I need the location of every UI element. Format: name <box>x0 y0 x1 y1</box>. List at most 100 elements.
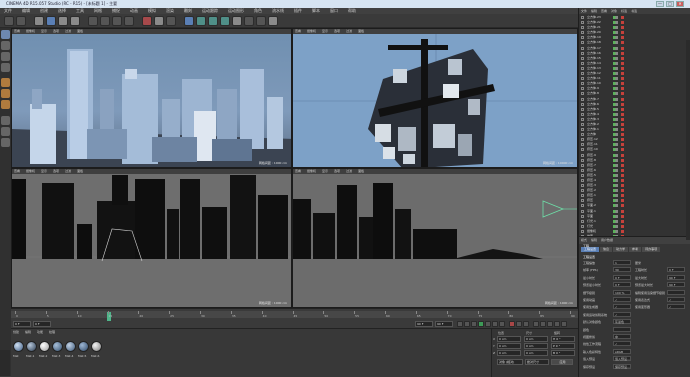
material-tag-icon[interactable] <box>621 133 624 137</box>
tab-dynamics[interactable]: 动力学 <box>613 247 629 252</box>
rot-b-field[interactable]: B 0 ° <box>551 350 575 356</box>
visibility-dots-icon[interactable] <box>613 148 618 152</box>
material-tag-icon[interactable] <box>621 41 624 45</box>
x-axis-icon[interactable] <box>88 15 98 26</box>
visibility-dots-icon[interactable] <box>613 21 618 25</box>
visibility-dots-icon[interactable] <box>613 112 618 116</box>
expand-toggle-icon[interactable] <box>581 26 584 30</box>
material-tag-icon[interactable] <box>621 138 624 142</box>
bend-deformer-icon[interactable] <box>232 15 242 26</box>
material-tag-icon[interactable] <box>621 102 624 106</box>
visibility-dots-icon[interactable] <box>613 66 618 70</box>
attr-field-value[interactable]: 0 F <box>613 274 631 280</box>
expand-toggle-icon[interactable] <box>581 128 584 132</box>
expand-toggle-icon[interactable] <box>581 117 584 121</box>
visibility-dots-icon[interactable] <box>613 179 618 182</box>
mat-menu-texture[interactable]: 纹理 <box>49 330 55 334</box>
expand-toggle-icon[interactable] <box>581 138 584 142</box>
expand-toggle-icon[interactable] <box>581 153 584 157</box>
visibility-dots-icon[interactable] <box>613 138 618 142</box>
coord-mode-dropdown[interactable]: 对象 (相对) <box>497 359 523 365</box>
visibility-dots-icon[interactable] <box>613 87 618 91</box>
attr-field-value[interactable]: 保存预设... <box>613 363 631 369</box>
visibility-dots-icon[interactable] <box>613 122 618 126</box>
material-tag-icon[interactable] <box>621 199 624 203</box>
expand-toggle-icon[interactable] <box>581 214 584 218</box>
expand-toggle-icon[interactable] <box>581 219 584 223</box>
material-swatch[interactable] <box>91 341 102 352</box>
attr-field-value[interactable]: ✓ <box>613 311 631 317</box>
material-tag-icon[interactable] <box>621 219 624 223</box>
tab-todo[interactable]: 待办事项 <box>642 247 661 252</box>
tab-project-settings[interactable]: 工程设置 <box>581 247 600 252</box>
attr-field-value[interactable] <box>613 326 631 332</box>
expand-toggle-icon[interactable] <box>581 199 584 203</box>
next-frame-icon[interactable] <box>485 321 491 327</box>
visibility-dots-icon[interactable] <box>613 102 618 106</box>
material-tag-icon[interactable] <box>621 92 624 96</box>
tab-reference[interactable]: 参考 <box>629 247 642 252</box>
expand-toggle-icon[interactable] <box>581 107 584 111</box>
expand-toggle-icon[interactable] <box>581 16 584 19</box>
camera-icon[interactable] <box>256 15 266 26</box>
expand-toggle-icon[interactable] <box>581 92 584 96</box>
play-icon[interactable] <box>478 321 484 327</box>
size-y-field[interactable]: 0 cm <box>524 343 548 349</box>
attr-menu-mode[interactable]: 模式 <box>581 237 587 244</box>
visibility-dots-icon[interactable] <box>613 219 618 223</box>
end-frame-field[interactable]: 90 F <box>415 321 433 327</box>
expand-toggle-icon[interactable] <box>581 204 584 208</box>
visibility-dots-icon[interactable] <box>613 107 618 111</box>
material-tag-icon[interactable] <box>621 77 624 81</box>
timeline-ruler[interactable]: 0 5 10 15 20 25 30 35 40 45 50 55 60 65 70 75 80 85 90 <box>11 311 578 321</box>
pos-z-field[interactable]: 0 cm <box>497 350 521 356</box>
obj-menu-objects[interactable]: 对象 <box>611 8 617 14</box>
attr-field-value[interactable]: ✓ <box>667 304 685 310</box>
attr-field-value[interactable] <box>667 289 685 295</box>
visibility-dots-icon[interactable] <box>613 77 618 81</box>
visibility-dots-icon[interactable] <box>613 61 618 65</box>
layout-switcher[interactable] <box>0 350 10 376</box>
z-axis-icon[interactable] <box>112 15 122 26</box>
material-tag-icon[interactable] <box>621 61 624 65</box>
expand-toggle-icon[interactable] <box>581 102 584 106</box>
attr-field-value[interactable]: 灰蓝色 <box>613 319 631 325</box>
material-tag-icon[interactable] <box>621 214 624 218</box>
obj-menu-bookmarks[interactable]: 书签 <box>631 8 637 14</box>
render-settings-icon[interactable] <box>166 15 176 26</box>
visibility-dots-icon[interactable] <box>613 224 618 228</box>
mat-menu-create[interactable]: 创建 <box>13 330 19 334</box>
minimize-button[interactable]: — <box>656 1 664 7</box>
go-to-end-icon[interactable] <box>499 321 505 327</box>
visibility-dots-icon[interactable] <box>613 168 618 172</box>
side-tab-strip[interactable] <box>686 40 690 240</box>
floor-icon[interactable] <box>244 15 254 26</box>
material-tag-icon[interactable] <box>621 97 624 101</box>
attr-field-value[interactable]: 90 F <box>667 282 685 288</box>
visibility-dots-icon[interactable] <box>613 26 618 30</box>
material-tag-icon[interactable] <box>621 153 624 157</box>
material-tag-icon[interactable] <box>621 112 624 116</box>
material-tag-icon[interactable] <box>621 51 624 55</box>
model-mode-icon[interactable] <box>1 41 10 50</box>
visibility-dots-icon[interactable] <box>613 51 618 55</box>
material-tag-icon[interactable] <box>621 163 624 167</box>
expand-toggle-icon[interactable] <box>581 61 584 65</box>
obj-menu-file[interactable]: 文件 <box>581 8 587 14</box>
attr-menu-userdata[interactable]: 用户数据 <box>601 237 613 244</box>
material-tag-icon[interactable] <box>621 179 624 182</box>
material-tag-icon[interactable] <box>621 158 624 162</box>
expand-toggle-icon[interactable] <box>581 143 584 147</box>
material-tag-icon[interactable] <box>621 173 624 177</box>
attr-field-value[interactable]: ✓ <box>613 341 631 347</box>
y-axis-icon[interactable] <box>100 15 110 26</box>
material-tag-icon[interactable] <box>621 143 624 147</box>
visibility-dots-icon[interactable] <box>613 143 618 147</box>
size-x-field[interactable]: 0 cm <box>524 336 548 342</box>
visibility-dots-icon[interactable] <box>613 199 618 203</box>
autokey-icon[interactable] <box>516 321 522 327</box>
material-tag-icon[interactable] <box>621 56 624 60</box>
expand-toggle-icon[interactable] <box>581 21 584 25</box>
visibility-dots-icon[interactable] <box>613 117 618 121</box>
attr-field-value[interactable]: ✓ <box>613 297 631 302</box>
